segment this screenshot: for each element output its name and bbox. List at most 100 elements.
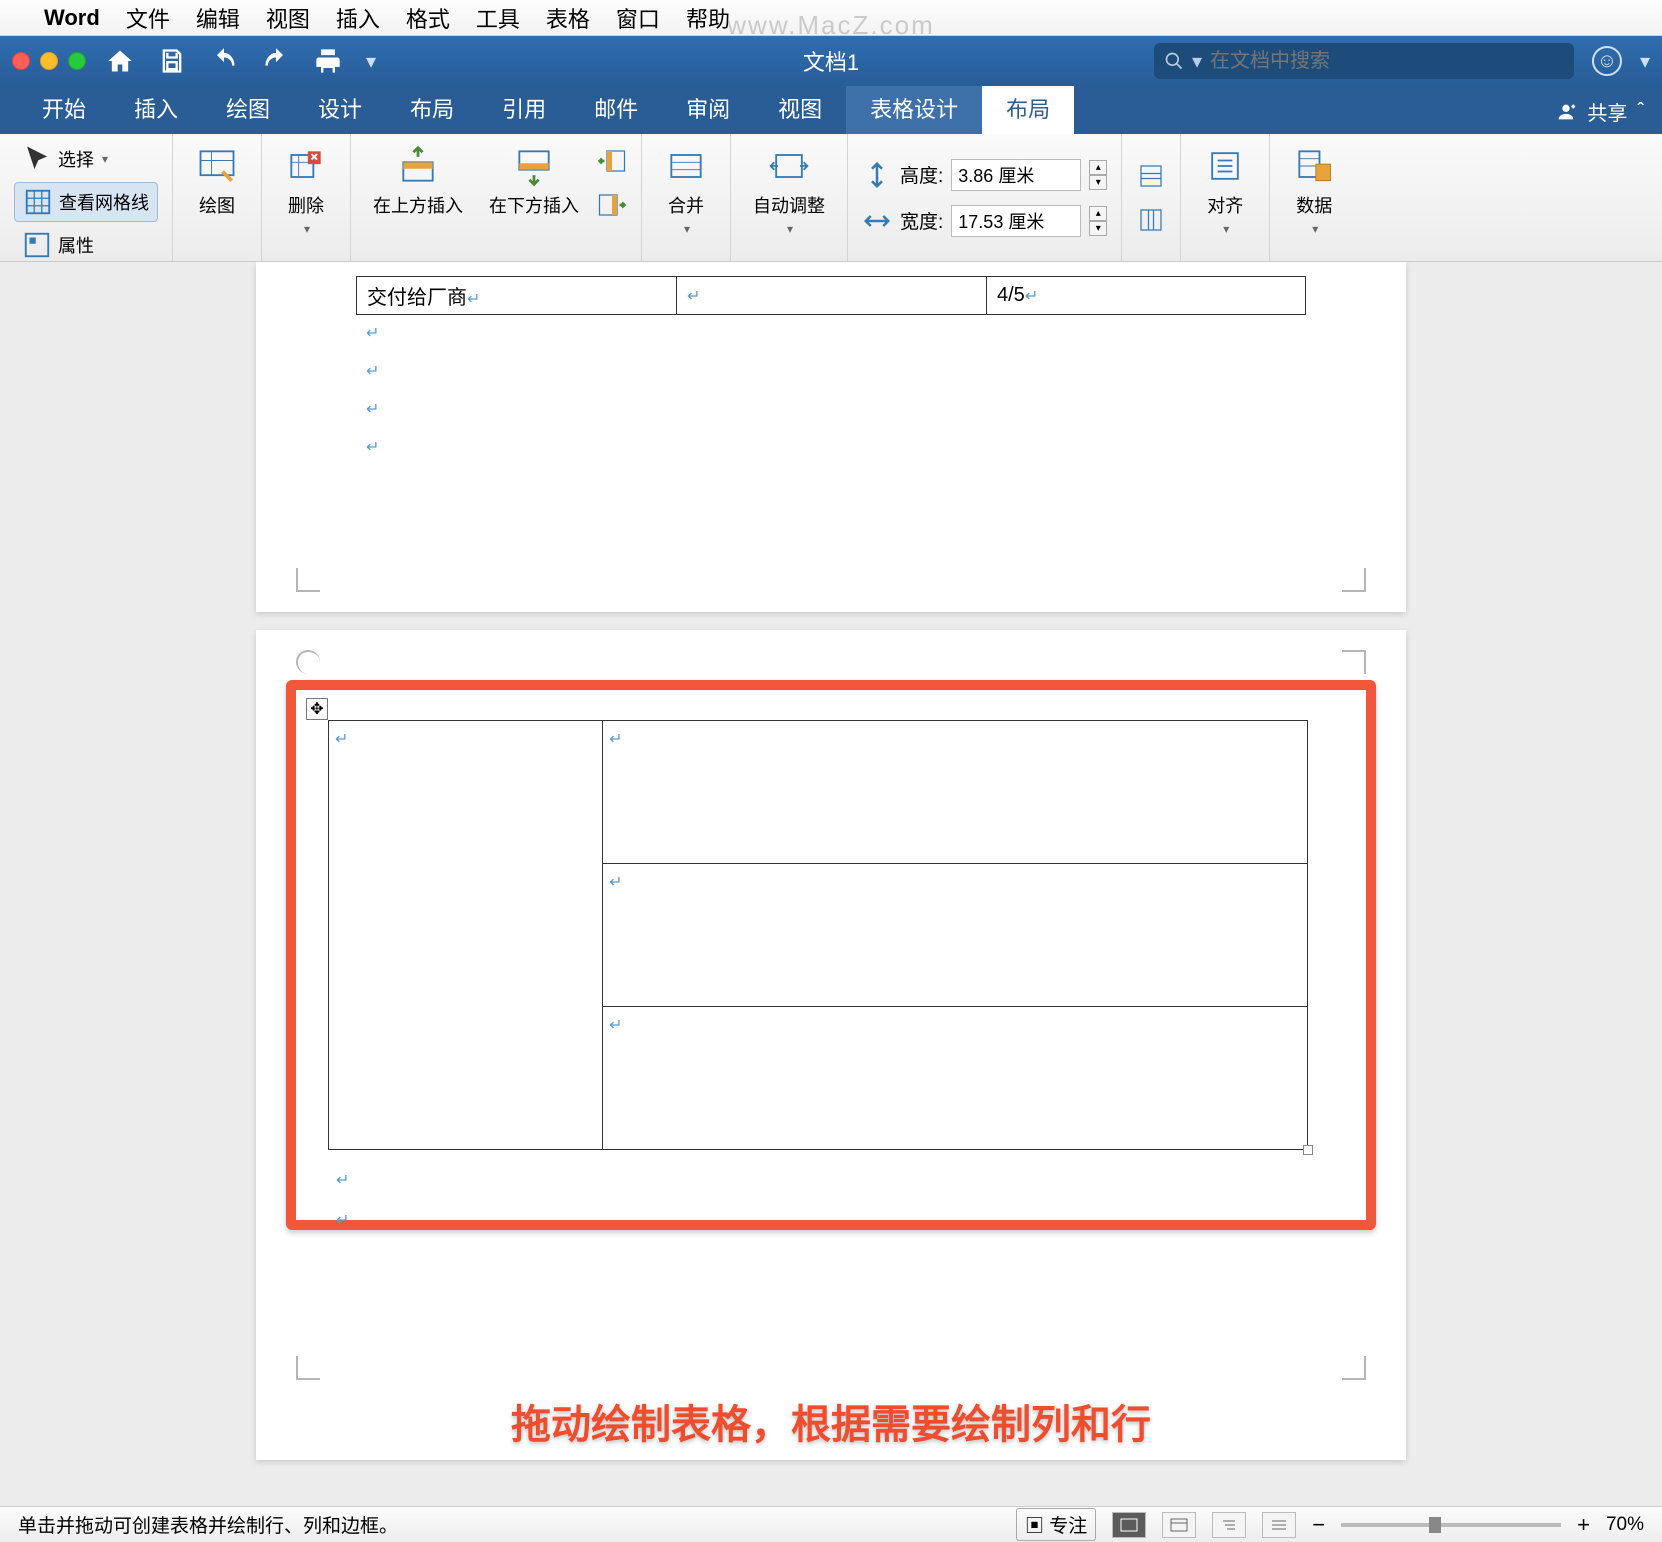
width-spinner[interactable]: ▴▾ — [1089, 206, 1107, 236]
zoom-thumb[interactable] — [1429, 1517, 1441, 1533]
table-resize-handle[interactable] — [1303, 1145, 1313, 1155]
page-2: ✥ ↵↵ ↵ ↵ ↵ ↵ 拖动绘制表格，根据需要绘制列和行 — [256, 630, 1406, 1460]
paragraph-mark: ↵ — [366, 429, 1346, 467]
draw-table-button[interactable]: 绘图 — [187, 140, 247, 222]
height-input[interactable]: 3.86 厘米 — [951, 159, 1081, 191]
align-icon — [1203, 144, 1247, 188]
view-outline-button[interactable] — [1212, 1512, 1246, 1538]
tab-references[interactable]: 引用 — [478, 82, 570, 134]
width-input[interactable]: 17.53 厘米 — [951, 205, 1081, 237]
page-corner-icon — [1342, 568, 1366, 592]
page-corner-icon — [1342, 650, 1366, 674]
autofit-button[interactable]: 自动调整▾ — [745, 140, 833, 240]
ribbon-group-merge: 合并▾ — [642, 134, 731, 261]
close-window-button[interactable] — [12, 52, 30, 70]
merge-button[interactable]: 合并▾ — [656, 140, 716, 240]
width-label: 宽度: — [900, 207, 943, 234]
zoom-in-button[interactable]: + — [1577, 1512, 1590, 1538]
table-move-handle-icon[interactable]: ✥ — [306, 698, 328, 720]
menu-view[interactable]: 视图 — [266, 2, 310, 34]
ribbon-group-align: 对齐▾ — [1181, 134, 1270, 261]
print-icon[interactable] — [314, 47, 342, 75]
collapse-ribbon-icon[interactable]: ˆ — [1637, 100, 1644, 123]
menu-tools[interactable]: 工具 — [476, 2, 520, 34]
view-gridlines-button[interactable]: 查看网格线 — [14, 182, 158, 222]
table-row[interactable]: 交付给厂商↵ ↵ 4/5↵ — [357, 277, 1306, 315]
paragraph-mark: ↵ — [336, 1170, 349, 1190]
distribute-rows-icon[interactable] — [1136, 161, 1166, 191]
paragraph-mark: ↵ — [366, 353, 1346, 391]
undo-icon[interactable] — [210, 47, 238, 75]
view-draft-button[interactable] — [1262, 1512, 1296, 1538]
save-icon[interactable] — [158, 47, 186, 75]
zoom-out-button[interactable]: − — [1312, 1512, 1325, 1538]
distribute-cols-icon[interactable] — [1136, 205, 1166, 235]
home-icon[interactable] — [106, 47, 134, 75]
properties-icon — [22, 230, 52, 260]
insert-below-button[interactable]: 在下方插入 — [481, 140, 587, 222]
zoom-slider[interactable] — [1341, 1523, 1561, 1527]
search-icon — [1164, 51, 1184, 71]
tab-mailings[interactable]: 邮件 — [570, 82, 662, 134]
page-corner-icon — [296, 1356, 320, 1380]
feedback-icon[interactable]: ☺ — [1592, 46, 1622, 76]
data-button[interactable]: 数据▾ — [1284, 140, 1344, 240]
tab-insert[interactable]: 插入 — [110, 82, 202, 134]
height-spinner[interactable]: ▴▾ — [1089, 160, 1107, 190]
paragraph-mark: ↵ — [336, 1210, 349, 1230]
maximize-window-button[interactable] — [68, 52, 86, 70]
qat-dropdown-icon[interactable]: ▾ — [366, 49, 376, 74]
menu-insert[interactable]: 插入 — [336, 2, 380, 34]
align-button[interactable]: 对齐▾ — [1195, 140, 1255, 240]
menu-help[interactable]: 帮助 — [686, 2, 730, 34]
tab-table-layout[interactable]: 布局 — [982, 82, 1074, 134]
annotation-caption: 拖动绘制表格，根据需要绘制列和行 — [511, 1392, 1151, 1450]
app-name[interactable]: Word — [44, 5, 100, 31]
document-area[interactable]: 交付给厂商↵ ↵ 4/5↵ ↵ ↵ ↵ ↵ ✥ ↵↵ ↵ ↵ ↵ ↵ 拖动绘制表… — [0, 262, 1662, 1506]
status-hint: 单击并拖动可创建表格并绘制行、列和边框。 — [18, 1511, 398, 1538]
draw-label: 绘图 — [199, 192, 235, 218]
redo-icon[interactable] — [262, 47, 290, 75]
titlebar-chevron-icon[interactable]: ▾ — [1640, 49, 1650, 74]
ribbon: 选择▾ 查看网格线 属性 绘图 删除▾ 在上方插入 在下方插入 — [0, 134, 1662, 262]
select-button[interactable]: 选择▾ — [14, 140, 158, 178]
upper-table[interactable]: 交付给厂商↵ ↵ 4/5↵ — [356, 276, 1306, 315]
menu-format[interactable]: 格式 — [406, 2, 450, 34]
page-corner-icon — [296, 650, 320, 674]
page-corner-icon — [296, 568, 320, 592]
insert-below-label: 在下方插入 — [489, 192, 579, 218]
tab-view[interactable]: 视图 — [754, 82, 846, 134]
menu-table[interactable]: 表格 — [546, 2, 590, 34]
zoom-value[interactable]: 70% — [1606, 1514, 1644, 1536]
ribbon-group-table: 选择▾ 查看网格线 属性 — [0, 134, 173, 261]
tab-home[interactable]: 开始 — [18, 82, 110, 134]
search-input[interactable] — [1210, 50, 1564, 73]
tab-layout[interactable]: 布局 — [386, 82, 478, 134]
window-controls — [12, 52, 86, 70]
delete-button[interactable]: 删除▾ — [276, 140, 336, 240]
tab-table-design[interactable]: 表格设计 — [846, 82, 982, 134]
menu-file[interactable]: 文件 — [126, 2, 170, 34]
focus-label: 专注 — [1049, 1516, 1087, 1537]
view-print-layout-button[interactable] — [1112, 1512, 1146, 1538]
menu-window[interactable]: 窗口 — [616, 2, 660, 34]
tab-review[interactable]: 审阅 — [662, 82, 754, 134]
insert-left-icon[interactable] — [597, 146, 627, 176]
focus-mode-button[interactable]: ▣ 专注 — [1016, 1508, 1096, 1541]
properties-button[interactable]: 属性 — [14, 226, 158, 264]
tab-draw[interactable]: 绘图 — [202, 82, 294, 134]
titlebar: ▾ 文档1 ▾ ☺ ▾ — [0, 36, 1662, 86]
drawn-table[interactable]: ↵↵ ↵ ↵ — [328, 720, 1308, 1150]
insert-right-icon[interactable] — [597, 190, 627, 220]
mac-menubar: Word 文件 编辑 视图 插入 格式 工具 表格 窗口 帮助 — [0, 0, 1662, 36]
col-width-icon — [862, 206, 892, 236]
delete-label: 删除 — [288, 192, 324, 218]
insert-above-button[interactable]: 在上方插入 — [365, 140, 471, 222]
share-person-icon — [1555, 101, 1577, 123]
view-web-layout-button[interactable] — [1162, 1512, 1196, 1538]
tab-design[interactable]: 设计 — [294, 82, 386, 134]
menu-edit[interactable]: 编辑 — [196, 2, 240, 34]
share-button[interactable]: 共享 — [1587, 97, 1627, 126]
minimize-window-button[interactable] — [40, 52, 58, 70]
search-box[interactable]: ▾ — [1154, 43, 1574, 79]
